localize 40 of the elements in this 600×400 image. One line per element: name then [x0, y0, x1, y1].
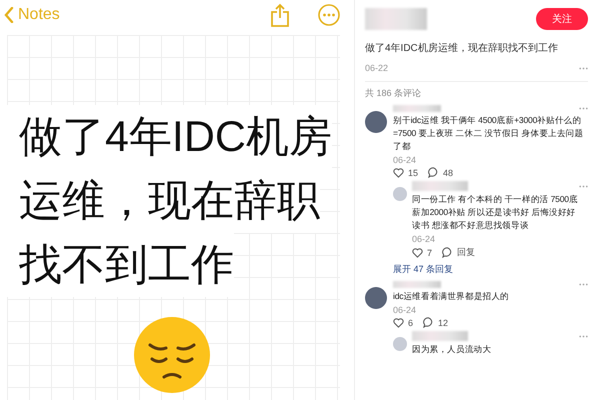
blurred-username-placeholder — [393, 281, 441, 288]
avatar-placeholder[interactable] — [365, 287, 387, 309]
blurred-username-placeholder — [412, 331, 468, 341]
more-options-icon[interactable] — [579, 334, 588, 338]
reply-text: 因为累，人员流动大 — [412, 343, 492, 356]
comment-text: 别干idc运维 我干俩年 4500底薪+3000补贴什么的=7500 要上夜班 二休二 没节假日 身体要上去问题了都 — [393, 114, 584, 153]
like-count: 15 — [408, 168, 418, 178]
heart-icon[interactable] — [412, 248, 423, 258]
blurred-username-placeholder — [365, 8, 427, 30]
reply-count: 12 — [438, 318, 448, 328]
reply-date: 06-24 — [412, 234, 436, 244]
heart-icon[interactable] — [393, 168, 404, 178]
like-count: 6 — [408, 318, 414, 328]
blurred-username-placeholder — [393, 105, 441, 112]
blurred-username-placeholder — [412, 181, 468, 191]
share-icon[interactable] — [270, 2, 290, 26]
expand-replies-link[interactable]: 展开 47 条回复 — [393, 263, 454, 276]
more-icon[interactable] — [318, 4, 340, 26]
reply-count: 48 — [443, 168, 454, 178]
comment-bubble-icon[interactable] — [442, 247, 454, 258]
chevron-left-icon — [4, 6, 14, 22]
comment-date: 06-24 — [393, 305, 418, 315]
post-date: 06-22 — [365, 63, 388, 73]
comment-bubble-icon[interactable] — [428, 167, 440, 178]
more-options-icon[interactable] — [579, 66, 588, 70]
pensive-face-emoji-icon — [132, 315, 212, 395]
more-options-icon[interactable] — [579, 107, 588, 110]
reply-text: 同一份工作 有个本科的 干一样的活 7500底薪加2000补贴 所以还是读书好 后悔没好好读书 想涨都不好意思找领导谈 — [412, 193, 579, 232]
more-options-icon[interactable] — [579, 184, 588, 188]
comment-date: 06-24 — [393, 155, 418, 165]
avatar-placeholder[interactable] — [365, 111, 387, 133]
like-count: 7 — [427, 248, 432, 258]
post-title: 做了4年IDC机房运维，现在辞职找不到工作 — [365, 42, 559, 55]
heart-icon[interactable] — [393, 318, 404, 328]
comment-count: 共 186 条评论 — [365, 87, 422, 100]
comment-text: idc运维看着满世界都是招人的 — [393, 290, 510, 303]
more-options-icon[interactable] — [579, 283, 588, 286]
reply-label[interactable]: 回复 — [457, 246, 476, 259]
comment-bubble-icon[interactable] — [423, 317, 434, 328]
follow-button[interactable]: 关注 — [536, 8, 588, 30]
